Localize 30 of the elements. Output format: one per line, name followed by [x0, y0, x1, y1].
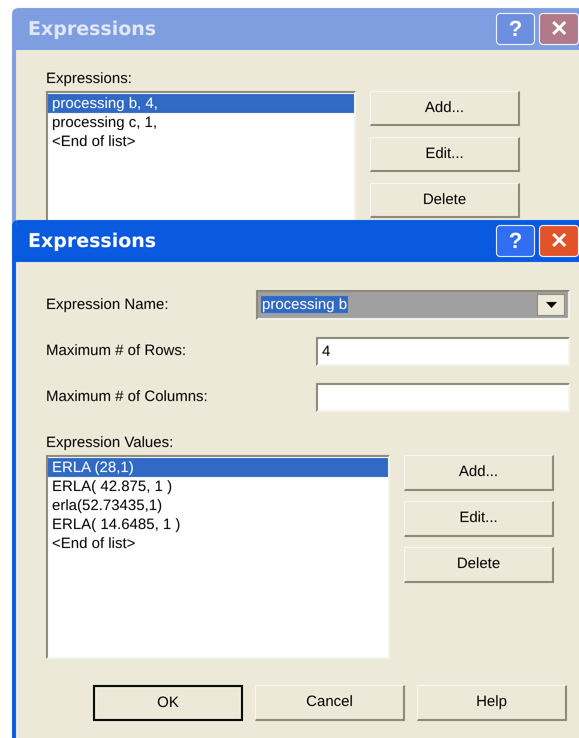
dialog-button[interactable]: Delete: [404, 547, 554, 583]
dialog-button[interactable]: Edit...: [404, 501, 554, 537]
list-item[interactable]: processing c, 1,: [48, 113, 354, 132]
dialog-button[interactable]: Edit...: [370, 137, 520, 172]
dialog-button[interactable]: Delete: [370, 183, 520, 218]
list-label: Expressions:: [46, 69, 133, 88]
window-title: Expressions: [28, 228, 158, 254]
list-item[interactable]: ERLA (28,1): [48, 458, 388, 477]
dialog-button[interactable]: OK: [93, 685, 243, 721]
text-field[interactable]: 4: [316, 336, 570, 366]
list-item[interactable]: processing b, 4,: [48, 94, 354, 113]
expression-name-dropdown[interactable]: processing b: [256, 290, 570, 320]
field-label: Maximum # of Columns:: [46, 386, 209, 407]
text-field[interactable]: [316, 382, 570, 412]
list-item[interactable]: ERLA( 42.875, 1 ): [48, 477, 388, 496]
dialog-button[interactable]: Help: [417, 685, 567, 721]
list-item[interactable]: erla(52.73435,1): [48, 496, 388, 515]
field-label: Maximum # of Rows:: [46, 340, 188, 361]
close-button[interactable]: ✕: [539, 225, 579, 257]
list-item[interactable]: <End of list>: [48, 132, 354, 151]
window-title: Expressions: [28, 16, 158, 42]
dialog-button[interactable]: Add...: [370, 91, 520, 126]
dialog-button[interactable]: Cancel: [255, 685, 405, 721]
dropdown-value: processing b: [261, 296, 348, 313]
close-button[interactable]: ✕: [539, 13, 579, 45]
list-label: Expression Values:: [46, 433, 174, 452]
list-item[interactable]: <End of list>: [48, 534, 388, 553]
list-item[interactable]: ERLA( 14.6485, 1 ): [48, 515, 388, 534]
help-button[interactable]: ?: [496, 225, 535, 257]
dialog-button[interactable]: Add...: [404, 455, 554, 491]
